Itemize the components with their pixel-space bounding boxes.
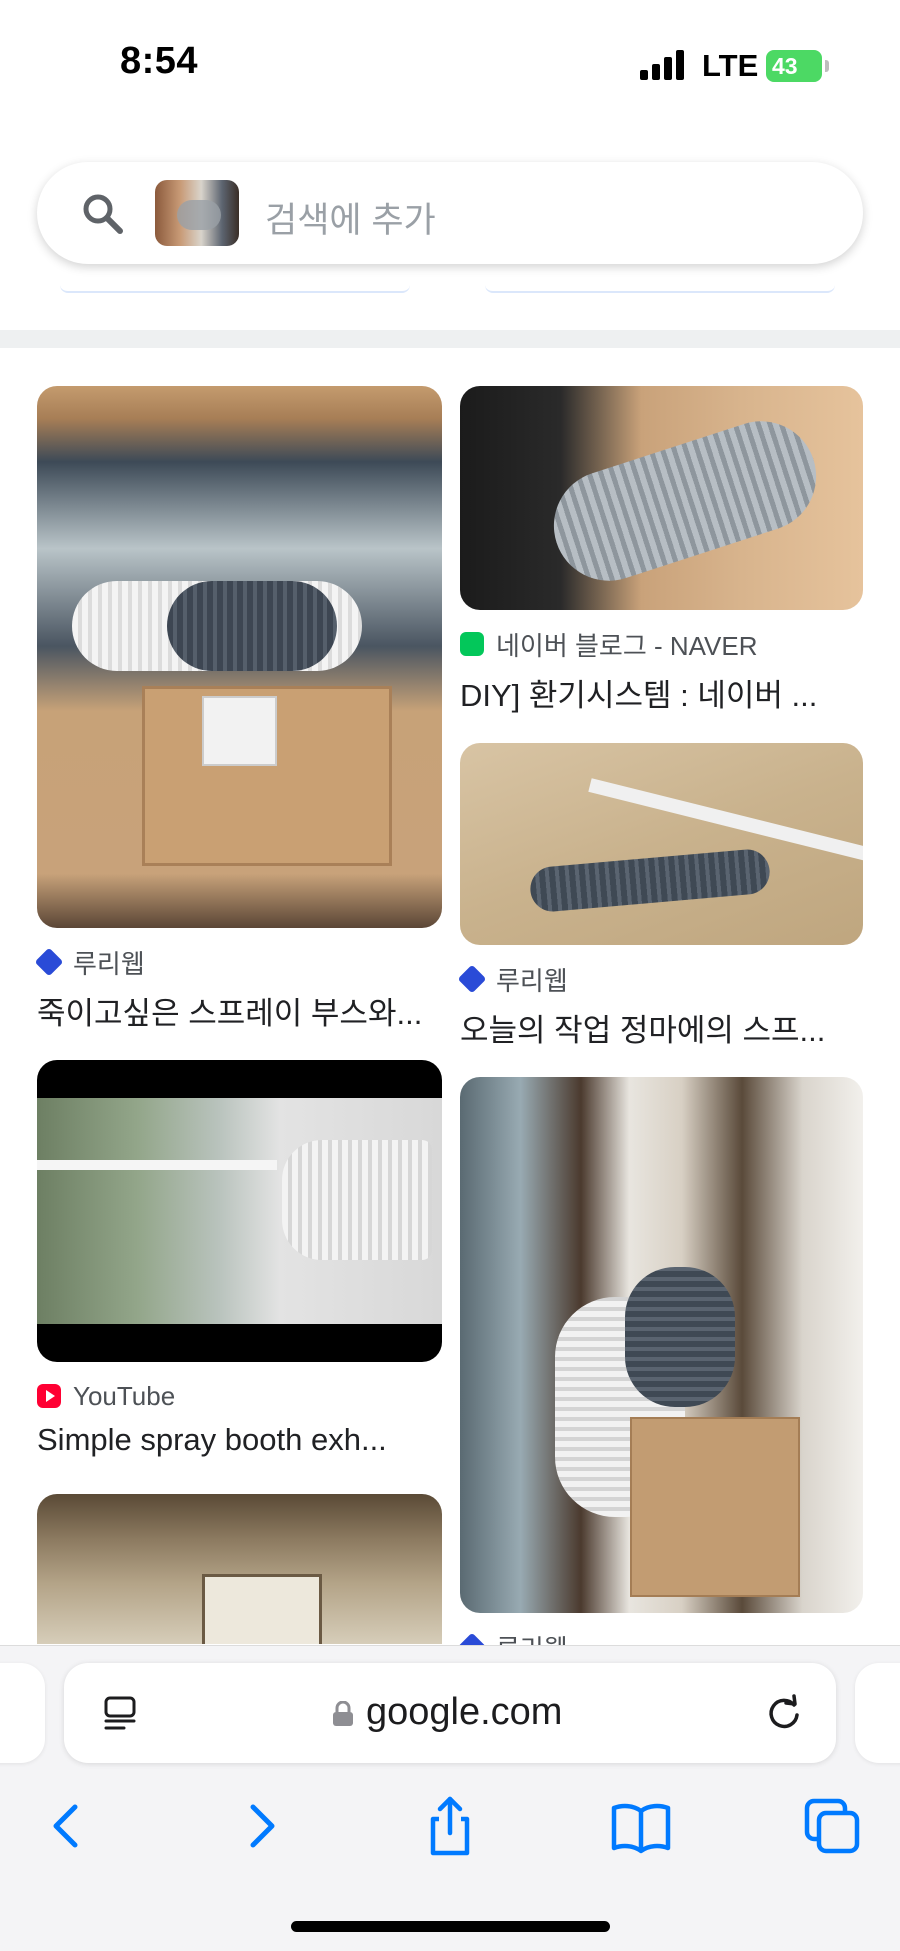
- result-image[interactable]: [37, 1060, 442, 1362]
- network-label: LTE: [702, 48, 759, 83]
- result-source: YouTube: [37, 1380, 442, 1412]
- youtube-icon: [37, 1384, 61, 1408]
- result-source-label: 네이버 블로그 - NAVER: [496, 630, 758, 661]
- previous-tab-preview[interactable]: [0, 1663, 45, 1763]
- result-source: 네이버 블로그 - NAVER: [460, 628, 863, 661]
- result-source: 루리웹: [457, 963, 863, 996]
- result-source-label: 루리웹: [496, 1629, 568, 1646]
- tabs-icon[interactable]: [797, 1791, 867, 1861]
- forward-icon[interactable]: [226, 1791, 296, 1861]
- result-source: 루리웹: [457, 1629, 863, 1646]
- battery-tip: [825, 60, 829, 72]
- result-source-label: YouTube: [73, 1380, 176, 1411]
- section-divider: [0, 330, 900, 348]
- back-icon[interactable]: [32, 1791, 102, 1861]
- battery-level: 43: [772, 53, 798, 79]
- result-card[interactable]: 루리웹 오늘의 작업 정마에의 스프...: [457, 743, 863, 1050]
- result-card[interactable]: 루리웹: [457, 1077, 863, 1646]
- next-tab-preview[interactable]: [855, 1663, 900, 1763]
- address-bar[interactable]: google.com: [64, 1663, 836, 1763]
- result-title[interactable]: 죽이고싶은 스프레이 부스와...: [37, 988, 442, 1033]
- result-image[interactable]: [460, 386, 863, 610]
- result-card[interactable]: 네이버 블로그 - NAVER DIY] 환기시스템 : 네이버 ...: [460, 386, 863, 715]
- ruliweb-icon: [457, 1632, 487, 1645]
- reader-icon[interactable]: [102, 1695, 140, 1733]
- status-bar: 8:54 LTE 43: [0, 0, 900, 110]
- navigation-row: [0, 1791, 900, 1871]
- result-title[interactable]: Simple spray booth exh...: [37, 1422, 442, 1458]
- result-image[interactable]: [460, 1077, 863, 1613]
- result-source-label: 루리웹: [496, 965, 568, 996]
- status-time: 8:54: [120, 40, 199, 82]
- result-source-label: 루리웹: [73, 948, 145, 979]
- result-source: 루리웹: [34, 946, 442, 979]
- share-icon[interactable]: [415, 1791, 485, 1861]
- search-icon[interactable]: [79, 190, 125, 236]
- ruliweb-icon: [457, 964, 487, 994]
- result-title[interactable]: DIY] 환기시스템 : 네이버 ...: [460, 670, 863, 715]
- reload-icon[interactable]: [764, 1693, 804, 1733]
- browser-toolbar: google.com: [0, 1645, 900, 1951]
- search-input[interactable]: 검색에 추가: [265, 192, 436, 243]
- result-card[interactable]: [37, 1494, 442, 1644]
- result-title[interactable]: 오늘의 작업 정마에의 스프...: [460, 1005, 863, 1050]
- naver-blog-icon: [460, 632, 484, 656]
- url-text[interactable]: google.com: [366, 1691, 562, 1734]
- search-box[interactable]: 검색에 추가: [37, 162, 863, 264]
- home-indicator: [291, 1921, 610, 1932]
- result-image[interactable]: [460, 743, 863, 945]
- bookmarks-icon[interactable]: [606, 1791, 676, 1861]
- result-card[interactable]: YouTube Simple spray booth exh...: [37, 1060, 442, 1458]
- signal-icon: [640, 50, 688, 80]
- ruliweb-icon: [34, 947, 64, 977]
- result-image[interactable]: [37, 386, 442, 928]
- result-image[interactable]: [37, 1494, 442, 1644]
- image-results: 루리웹 죽이고싶은 스프레이 부스와... 네이버 블로그 - NAVER DI…: [0, 348, 900, 1645]
- search-image-thumbnail[interactable]: [155, 180, 239, 246]
- lock-icon: [333, 1701, 353, 1726]
- battery-icon: 43: [766, 50, 822, 82]
- result-card[interactable]: 루리웹 죽이고싶은 스프레이 부스와...: [34, 386, 442, 1033]
- chip-edge: [60, 285, 410, 293]
- chip-edge: [485, 285, 835, 293]
